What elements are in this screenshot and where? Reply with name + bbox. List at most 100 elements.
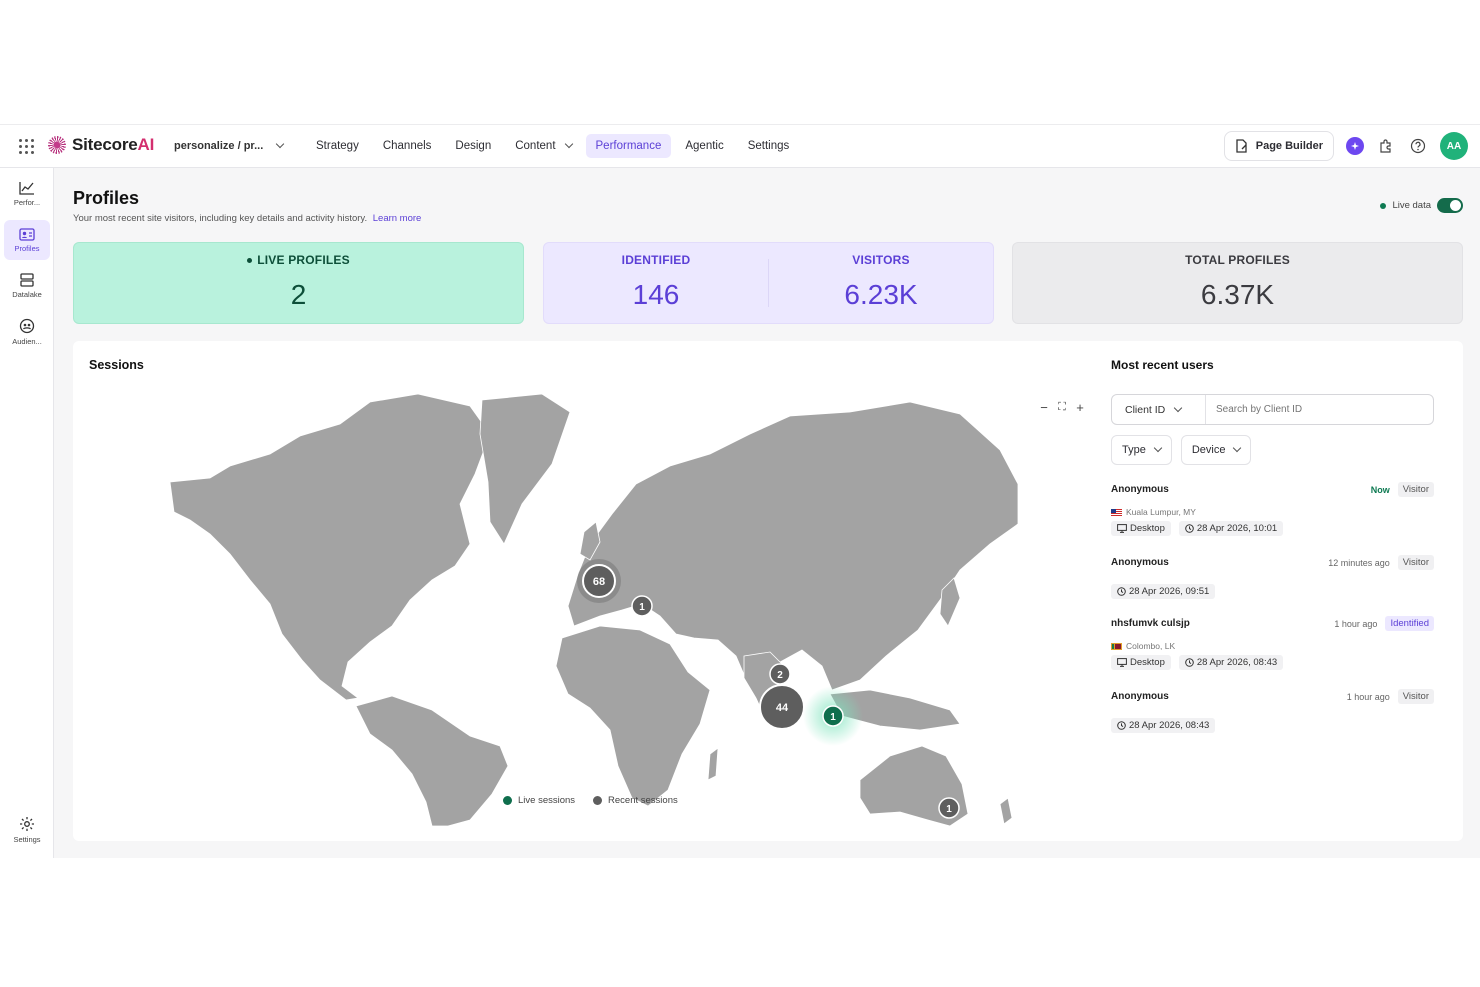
site-selector[interactable]: personalize / pr...: [174, 139, 285, 152]
map-zoom-controls: − ⛶ +: [1037, 400, 1087, 415]
land-africa: [555, 625, 711, 807]
recent-users-title: Most recent users: [1111, 358, 1214, 372]
sidebar-item-profiles[interactable]: Profiles: [4, 220, 50, 260]
client-id-search-input[interactable]: [1206, 404, 1406, 415]
total-profiles-value: 6.37K: [1200, 279, 1275, 310]
user-name: nhsfumvk culsjp: [1111, 618, 1190, 629]
sessions-title: Sessions: [89, 358, 144, 372]
visitors-value: 6.23K: [844, 279, 918, 310]
cluster-marker[interactable]: 1: [938, 797, 960, 819]
page-builder-label: Page Builder: [1255, 140, 1323, 152]
nav-content[interactable]: Content: [505, 134, 581, 158]
live-indicator-dot: [1380, 202, 1387, 209]
desktop-icon: [1117, 658, 1127, 667]
user-date: 28 Apr 2026, 10:01: [1196, 523, 1278, 534]
site-selector-label: personalize / pr...: [174, 140, 264, 152]
search-type-select[interactable]: Client ID: [1112, 395, 1206, 424]
sitecore-logo-icon: [48, 136, 66, 154]
sidebar-item-audiences[interactable]: Audien...: [4, 312, 50, 352]
user-list-item[interactable]: Anonymous Now Visitor Kuala Lumpur, MY D…: [1111, 482, 1434, 536]
user-time: Now: [1370, 484, 1390, 495]
land-south-america: [355, 695, 509, 826]
ai-assistant-icon[interactable]: [1346, 137, 1364, 155]
search-type-label: Client ID: [1125, 403, 1166, 416]
sidebar-item-label: Profiles: [14, 243, 40, 253]
user-device: Desktop: [1130, 657, 1165, 668]
sidebar-item-settings[interactable]: Settings: [4, 810, 50, 850]
legend-live-swatch: [503, 796, 512, 805]
land-new-zealand: [999, 797, 1013, 825]
nav-agentic[interactable]: Agentic: [675, 134, 733, 158]
nav-settings[interactable]: Settings: [738, 134, 800, 158]
cluster-marker[interactable]: 1: [631, 595, 653, 617]
sidebar-item-label: Datalake: [12, 290, 42, 299]
chart-icon: [19, 182, 34, 195]
chevron-down-icon: [276, 139, 285, 149]
sidebar-item-label: Settings: [13, 835, 41, 844]
audience-icon: [19, 318, 35, 334]
extensions-icon[interactable]: [1376, 136, 1396, 156]
learn-more-link[interactable]: Learn more: [373, 213, 422, 224]
fit-map-button[interactable]: ⛶: [1055, 401, 1069, 414]
nav-performance[interactable]: Performance: [585, 134, 672, 158]
chevron-down-icon: [1174, 403, 1183, 412]
user-type-badge: Visitor: [1397, 689, 1434, 704]
zoom-in-button[interactable]: +: [1073, 400, 1087, 415]
help-icon[interactable]: [1408, 136, 1428, 156]
user-list-item[interactable]: Anonymous 1 hour ago Visitor 28 Apr 2026…: [1111, 689, 1434, 733]
legend-recent-label: Recent sessions: [608, 795, 678, 806]
user-time: 1 hour ago: [1334, 618, 1378, 629]
page-subtitle-text: Your most recent site visitors, includin…: [73, 213, 368, 224]
user-type-badge: Visitor: [1397, 482, 1434, 497]
topbar-actions: Page Builder AA: [1223, 131, 1468, 161]
client-search: Client ID: [1111, 394, 1434, 425]
identified-label: IDENTIFIED: [621, 253, 691, 267]
page-edit-icon: [1236, 138, 1247, 153]
user-name: Anonymous: [1111, 557, 1169, 568]
chevron-down-icon: [1153, 443, 1163, 453]
nav-design[interactable]: Design: [445, 134, 501, 158]
user-list-item[interactable]: Anonymous 12 minutes ago Visitor 28 Apr …: [1111, 555, 1434, 599]
top-bar: SitecoreAI personalize / pr... Strategy …: [0, 124, 1480, 168]
user-type-badge: Identified: [1385, 616, 1434, 631]
user-list-item[interactable]: nhsfumvk culsjp 1 hour ago Identified Co…: [1111, 616, 1434, 670]
sidebar-item-performance[interactable]: Perfor...: [4, 174, 50, 214]
cluster-marker[interactable]: 68: [582, 564, 616, 598]
live-cluster-marker[interactable]: 1: [822, 705, 844, 727]
desktop-icon: [1117, 524, 1127, 533]
zoom-out-button[interactable]: −: [1037, 400, 1051, 415]
user-location: Colombo, LK: [1126, 641, 1176, 651]
logo: SitecoreAI: [48, 135, 154, 155]
cluster-marker[interactable]: 2: [769, 663, 791, 685]
app-switcher-icon[interactable]: [19, 139, 35, 155]
cluster-count: 44: [776, 702, 789, 714]
user-date: 28 Apr 2026, 09:51: [1129, 586, 1210, 597]
world-map[interactable]: 68 1 2 44 1 1: [170, 394, 1018, 826]
live-data-switch[interactable]: [1437, 198, 1463, 213]
visitors-label: VISITORS: [852, 253, 910, 267]
device-filter-label: Device: [1191, 444, 1226, 456]
live-dot: [247, 258, 253, 264]
database-icon: [20, 273, 34, 287]
app-window: SitecoreAI personalize / pr... Strategy …: [0, 124, 1480, 858]
sidebar-item-label: Audien...: [12, 337, 42, 346]
nav-channels[interactable]: Channels: [373, 134, 442, 158]
cluster-count: 1: [639, 602, 645, 613]
flag-lk-icon: [1111, 642, 1122, 650]
user-filters: Type Device: [1111, 435, 1252, 465]
nav-strategy[interactable]: Strategy: [306, 134, 369, 158]
user-date: 28 Apr 2026, 08:43: [1129, 720, 1210, 731]
sidebar-item-datalake[interactable]: Datalake: [4, 266, 50, 306]
cluster-count: 2: [777, 670, 783, 681]
cluster-marker[interactable]: 44: [759, 684, 805, 730]
page-builder-button[interactable]: Page Builder: [1223, 131, 1334, 161]
land-madagascar: [707, 747, 719, 781]
land-north-america: [170, 394, 491, 701]
main-nav: Strategy Channels Design Content Perform…: [306, 134, 799, 158]
chevron-down-icon: [1233, 443, 1242, 453]
device-filter-dropdown[interactable]: Device: [1180, 435, 1252, 465]
clock-icon: [1185, 658, 1194, 667]
user-avatar[interactable]: AA: [1440, 132, 1468, 160]
type-filter-dropdown[interactable]: Type: [1111, 435, 1172, 465]
cluster-count: 1: [946, 804, 952, 815]
